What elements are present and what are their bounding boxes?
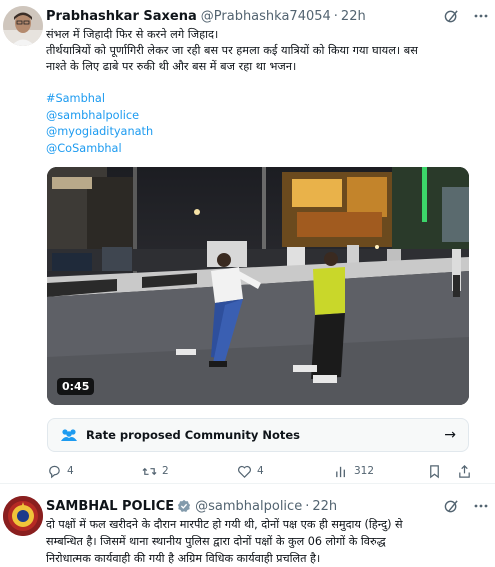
video-player[interactable]: 0:45 — [47, 167, 469, 405]
heart-icon — [238, 465, 251, 478]
views-button[interactable]: 312 — [334, 464, 374, 479]
author-avatar[interactable] — [3, 496, 43, 536]
video-duration: 0:45 — [57, 378, 95, 395]
repost-icon — [142, 467, 157, 475]
tweet-text-line: नाश्ते के लिए ढाबे पर रुकी थी और बस में … — [46, 60, 297, 73]
bookmark-button[interactable] — [427, 464, 442, 479]
tweet-text-line: सम्बन्धित है। जिसमें थाना स्थानीय पुलिस … — [46, 535, 386, 548]
verified-badge-icon[interactable] — [177, 499, 191, 513]
tweet-text-line: तीर्थयात्रियों को पूर्णागिरी लेकर जा रही… — [46, 44, 418, 57]
tweet-actions: 4 2 4 312 — [47, 460, 477, 482]
tweet-header: Prabhashkar Saxena @Prabhashka74054 · 22… — [46, 5, 489, 27]
author-name[interactable]: SAMBHAL POLICE — [46, 499, 174, 514]
community-notes-banner[interactable]: Rate proposed Community Notes → — [47, 418, 469, 452]
author-handle[interactable]: @sambhalpolice — [195, 499, 302, 514]
video-frame — [47, 167, 469, 405]
tweet-tags: #Sambhal @sambhalpolice @myogiadityanath… — [46, 91, 153, 157]
reply-icon — [49, 465, 60, 478]
tweet-time[interactable]: 22h — [341, 9, 366, 24]
view-count: 312 — [354, 465, 375, 477]
more-options-icon[interactable] — [473, 498, 489, 514]
tweet-time[interactable]: 22h — [312, 499, 337, 514]
reply-count: 4 — [67, 465, 74, 477]
grok-icon[interactable] — [443, 8, 459, 24]
community-notes-icon — [61, 429, 77, 441]
separator-dot: · — [305, 498, 310, 514]
arrow-right-icon[interactable]: → — [444, 427, 456, 443]
views-icon — [336, 466, 345, 477]
tweet-text-line: संभल में जिहादी फिर से करने लगे जिहाद। — [46, 28, 219, 41]
author-avatar[interactable] — [3, 6, 43, 46]
tweet-text-line: दो पक्षों में फल खरीदने के दौरान मारपीट … — [46, 518, 403, 531]
hashtag-link[interactable]: #Sambhal — [46, 91, 153, 108]
tweet-text: दो पक्षों में फल खरीदने के दौरान मारपीट … — [46, 516, 487, 567]
mention-link[interactable]: @sambhalpolice — [46, 108, 153, 125]
bookmark-icon — [430, 464, 439, 478]
mention-link[interactable]: @CoSambhal — [46, 141, 153, 158]
more-options-icon[interactable] — [473, 8, 489, 24]
author-name[interactable]: Prabhashkar Saxena — [46, 9, 197, 24]
tweet-sambhal-police[interactable]: SAMBHAL POLICE @sambhalpolice · 22h दो प… — [0, 486, 495, 567]
repost-count: 2 — [162, 465, 169, 477]
repost-button[interactable]: 2 — [142, 464, 169, 479]
author-handle[interactable]: @Prabhashka74054 — [201, 9, 331, 24]
grok-icon[interactable] — [443, 498, 459, 514]
tweet-text-line: निरोधात्मक कार्यवाही की गयी है अग्रिम वि… — [46, 552, 321, 565]
share-button[interactable] — [457, 464, 472, 479]
share-icon — [459, 464, 470, 478]
community-notes-label[interactable]: Rate proposed Community Notes — [86, 428, 300, 442]
reply-button[interactable]: 4 — [47, 464, 74, 479]
like-count: 4 — [257, 465, 264, 477]
tweet-prabhashkar[interactable]: Prabhashkar Saxena @Prabhashka74054 · 22… — [0, 0, 495, 484]
separator-dot: · — [333, 8, 338, 24]
like-button[interactable]: 4 — [237, 464, 264, 479]
tweet-header: SAMBHAL POLICE @sambhalpolice · 22h — [46, 495, 489, 517]
mention-link[interactable]: @myogiadityanath — [46, 124, 153, 141]
tweet-text: संभल में जिहादी फिर से करने लगे जिहाद। त… — [46, 27, 487, 75]
